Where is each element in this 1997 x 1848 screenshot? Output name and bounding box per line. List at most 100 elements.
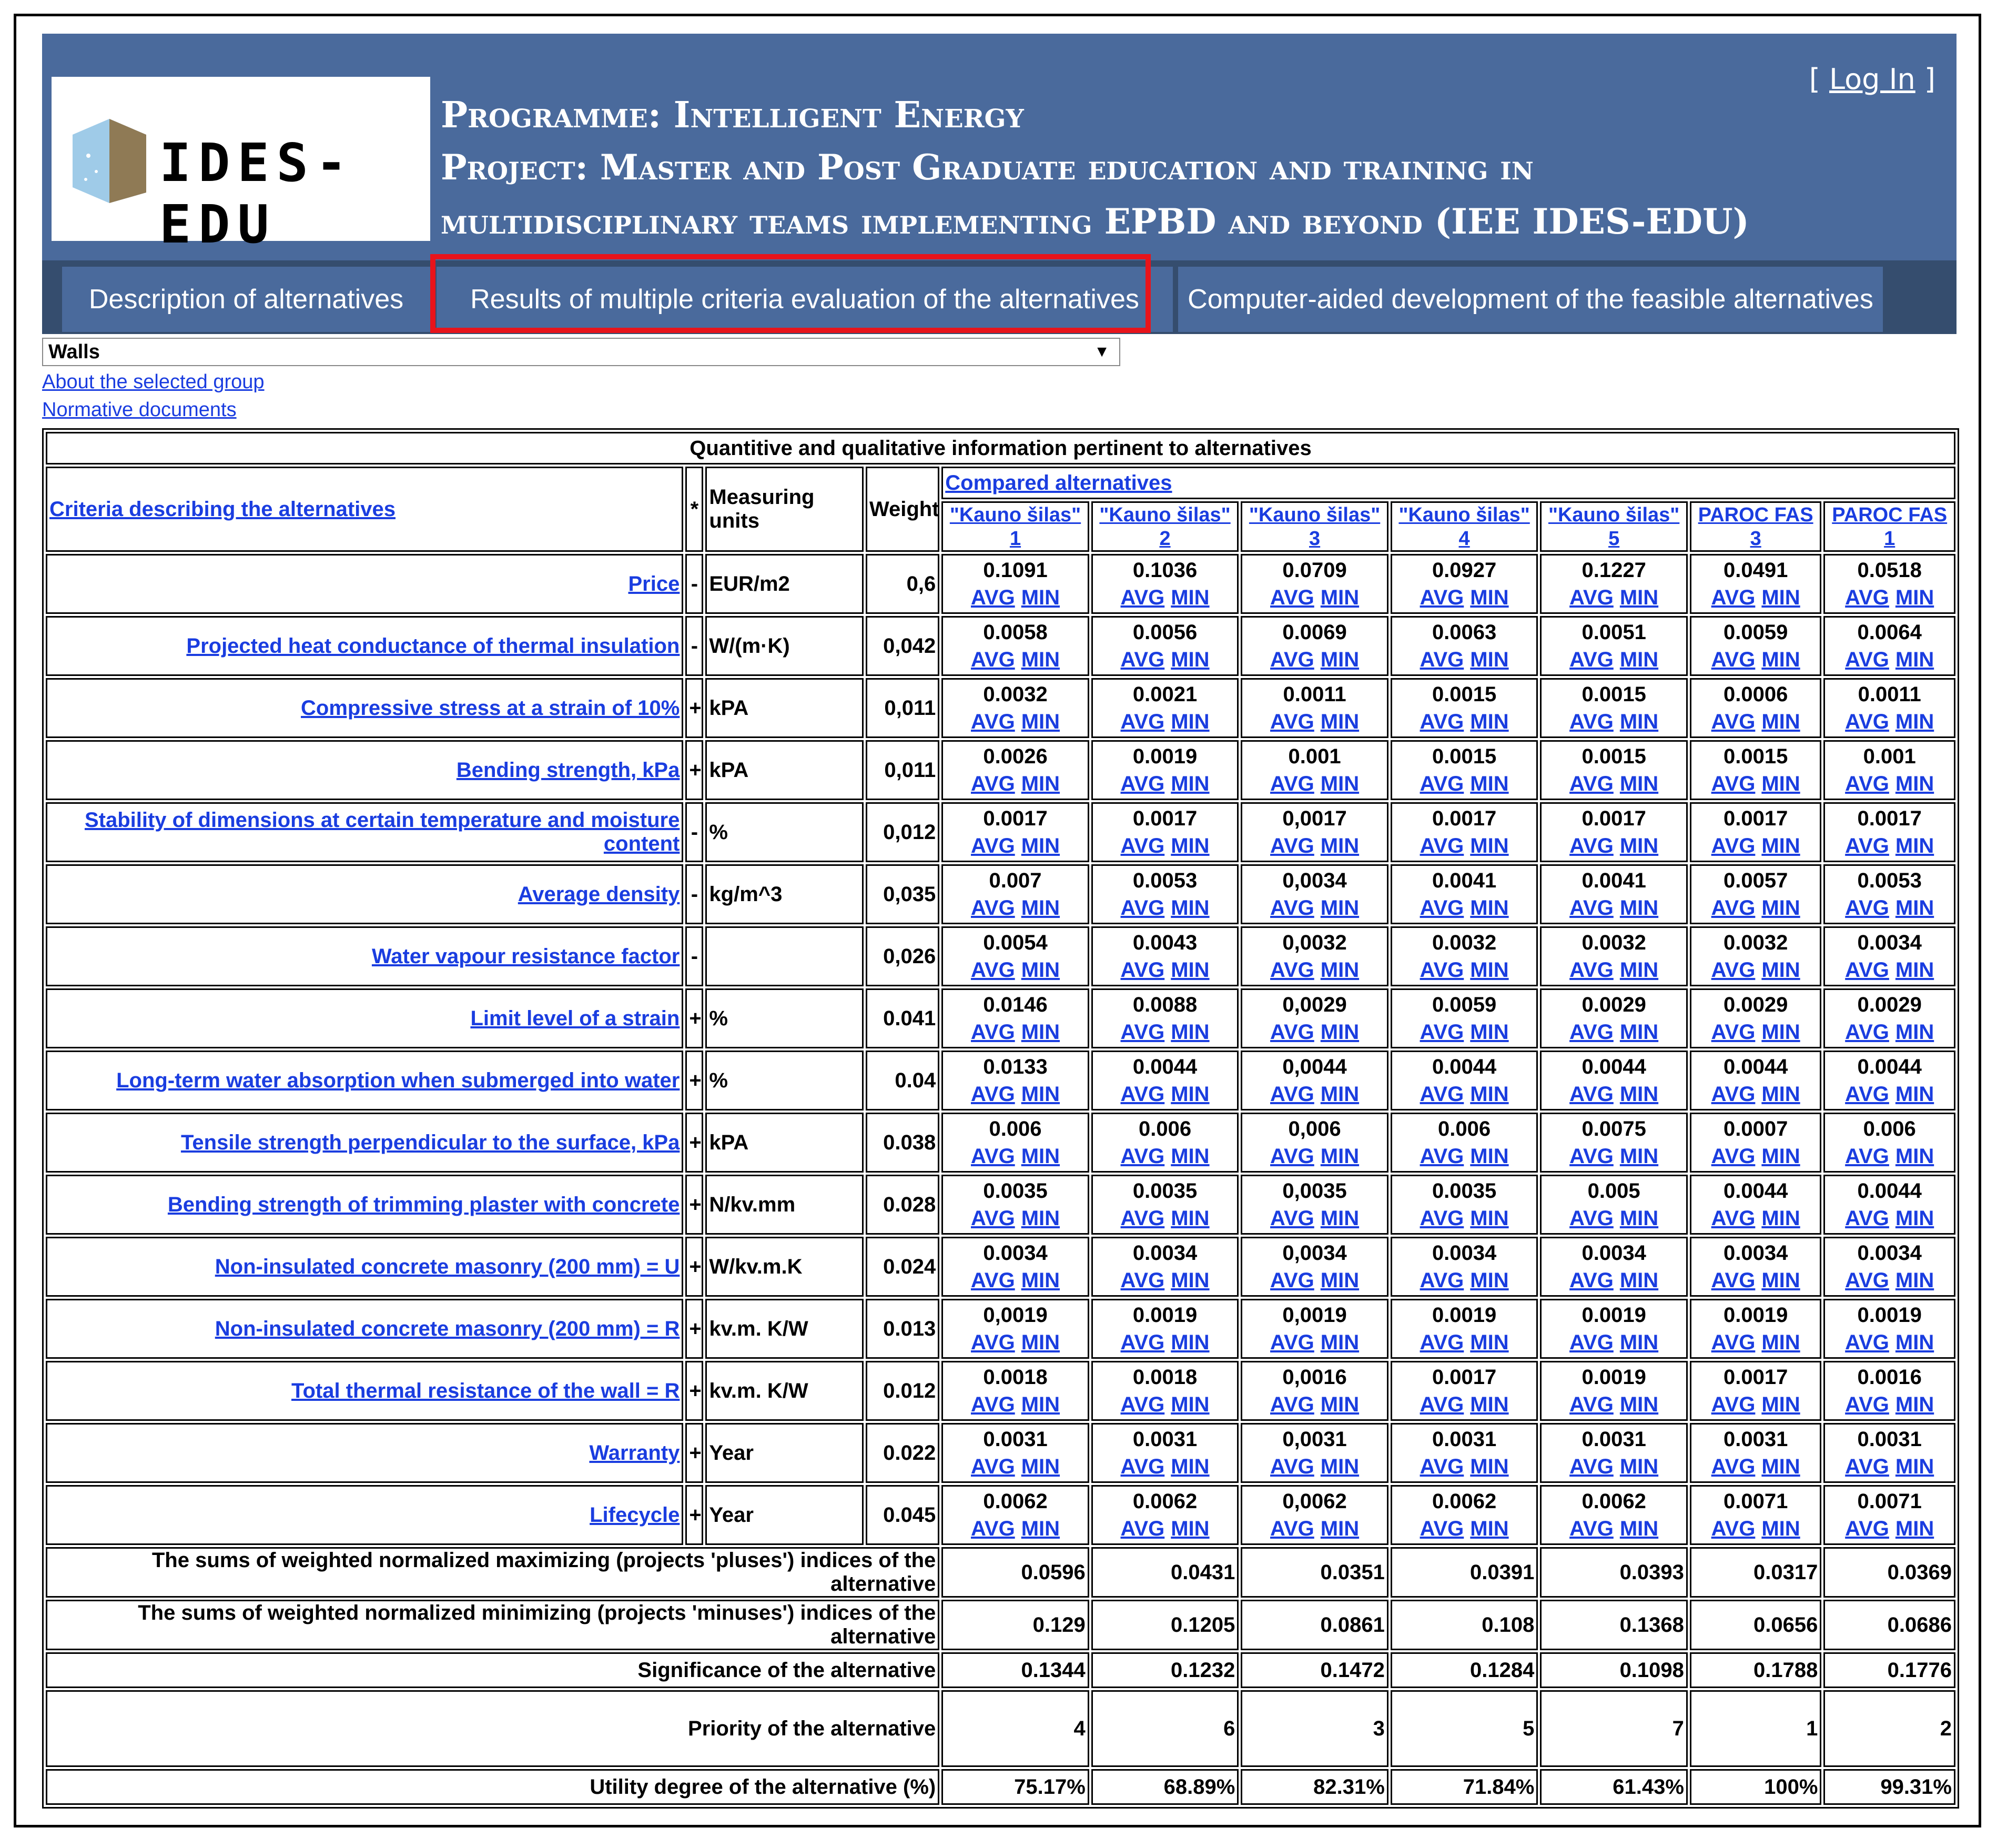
alternative-link[interactable]: "Kauno šilas" 2 [1099,504,1230,550]
avg-link[interactable]: AVG [1420,586,1464,609]
min-link[interactable]: MIN [1761,648,1800,671]
avg-link[interactable]: AVG [971,896,1015,920]
avg-link[interactable]: AVG [971,648,1015,671]
criterion-link[interactable]: Total thermal resistance of the wall = R [291,1379,680,1402]
avg-link[interactable]: AVG [1270,1517,1314,1540]
avg-link[interactable]: AVG [971,1455,1015,1478]
min-link[interactable]: MIN [1021,1207,1060,1230]
avg-link[interactable]: AVG [1569,1393,1614,1416]
avg-link[interactable]: AVG [1420,1145,1464,1168]
avg-link[interactable]: AVG [971,710,1015,733]
min-link[interactable]: MIN [1171,1269,1209,1292]
min-link[interactable]: MIN [1021,1517,1060,1540]
avg-link[interactable]: AVG [1845,1021,1889,1044]
avg-link[interactable]: AVG [1121,1393,1165,1416]
avg-link[interactable]: AVG [1845,1145,1889,1168]
alternative-link[interactable]: PAROC FAS 1 [1832,504,1947,550]
criterion-link[interactable]: Non-insulated concrete masonry (200 mm) … [215,1317,680,1340]
avg-link[interactable]: AVG [1121,1331,1165,1354]
min-link[interactable]: MIN [1171,896,1209,920]
min-link[interactable]: MIN [1021,648,1060,671]
min-link[interactable]: MIN [1470,1083,1508,1106]
min-link[interactable]: MIN [1895,1021,1934,1044]
alternative-link[interactable]: "Kauno šilas" 3 [1249,504,1380,550]
avg-link[interactable]: AVG [1420,1269,1464,1292]
avg-link[interactable]: AVG [1121,586,1165,609]
min-link[interactable]: MIN [1620,1207,1658,1230]
criterion-link[interactable]: Limit level of a strain [470,1007,680,1030]
avg-link[interactable]: AVG [1420,834,1464,857]
avg-link[interactable]: AVG [1420,1207,1464,1230]
min-link[interactable]: MIN [1895,1269,1934,1292]
alternative-link[interactable]: PAROC FAS 3 [1698,504,1813,550]
avg-link[interactable]: AVG [1711,1517,1756,1540]
avg-link[interactable]: AVG [1711,1083,1756,1106]
alternative-link[interactable]: "Kauno šilas" 4 [1398,504,1529,550]
avg-link[interactable]: AVG [1121,1269,1165,1292]
min-link[interactable]: MIN [1021,896,1060,920]
min-link[interactable]: MIN [1620,896,1658,920]
logo[interactable]: IDES-EDU [52,77,430,255]
avg-link[interactable]: AVG [1420,1517,1464,1540]
min-link[interactable]: MIN [1171,648,1209,671]
min-link[interactable]: MIN [1895,710,1934,733]
avg-link[interactable]: AVG [971,1517,1015,1540]
avg-link[interactable]: AVG [1270,1331,1314,1354]
avg-link[interactable]: AVG [1420,958,1464,982]
avg-link[interactable]: AVG [1420,648,1464,671]
min-link[interactable]: MIN [1171,1331,1209,1354]
avg-link[interactable]: AVG [1569,710,1614,733]
avg-link[interactable]: AVG [1711,1455,1756,1478]
criteria-header-link[interactable]: Criteria describing the alternatives [49,498,396,521]
min-link[interactable]: MIN [1321,648,1359,671]
min-link[interactable]: MIN [1895,834,1934,857]
min-link[interactable]: MIN [1620,586,1658,609]
avg-link[interactable]: AVG [1711,710,1756,733]
about-group-link[interactable]: About the selected group [42,371,265,393]
avg-link[interactable]: AVG [1420,1393,1464,1416]
min-link[interactable]: MIN [1620,1455,1658,1478]
min-link[interactable]: MIN [1321,586,1359,609]
avg-link[interactable]: AVG [1569,958,1614,982]
criterion-link[interactable]: Water vapour resistance factor [372,945,680,968]
min-link[interactable]: MIN [1761,958,1800,982]
avg-link[interactable]: AVG [1420,1331,1464,1354]
avg-link[interactable]: AVG [971,1021,1015,1044]
min-link[interactable]: MIN [1620,648,1658,671]
min-link[interactable]: MIN [1470,1393,1508,1416]
avg-link[interactable]: AVG [1845,834,1889,857]
min-link[interactable]: MIN [1470,834,1508,857]
min-link[interactable]: MIN [1021,1455,1060,1478]
min-link[interactable]: MIN [1620,834,1658,857]
avg-link[interactable]: AVG [1121,896,1165,920]
min-link[interactable]: MIN [1171,1455,1209,1478]
min-link[interactable]: MIN [1470,1517,1508,1540]
min-link[interactable]: MIN [1171,1083,1209,1106]
min-link[interactable]: MIN [1021,710,1060,733]
avg-link[interactable]: AVG [1845,1331,1889,1354]
avg-link[interactable]: AVG [1845,648,1889,671]
avg-link[interactable]: AVG [1711,648,1756,671]
min-link[interactable]: MIN [1021,834,1060,857]
avg-link[interactable]: AVG [1121,1145,1165,1168]
min-link[interactable]: MIN [1321,1021,1359,1044]
criterion-link[interactable]: Price [628,572,680,595]
min-link[interactable]: MIN [1895,1083,1934,1106]
criterion-link[interactable]: Tensile strength perpendicular to the su… [181,1131,680,1154]
group-select[interactable]: Walls ▼ [42,338,1120,366]
avg-link[interactable]: AVG [1121,648,1165,671]
avg-link[interactable]: AVG [1569,834,1614,857]
avg-link[interactable]: AVG [1845,1393,1889,1416]
avg-link[interactable]: AVG [1569,1331,1614,1354]
avg-link[interactable]: AVG [971,1331,1015,1354]
min-link[interactable]: MIN [1321,958,1359,982]
avg-link[interactable]: AVG [1569,1145,1614,1168]
criterion-link[interactable]: Bending strength of trimming plaster wit… [168,1193,680,1216]
avg-link[interactable]: AVG [1270,772,1314,795]
tab-description[interactable]: Description of alternatives [62,267,430,332]
avg-link[interactable]: AVG [1569,1083,1614,1106]
avg-link[interactable]: AVG [1845,772,1889,795]
avg-link[interactable]: AVG [1270,958,1314,982]
min-link[interactable]: MIN [1171,1021,1209,1044]
avg-link[interactable]: AVG [1270,834,1314,857]
